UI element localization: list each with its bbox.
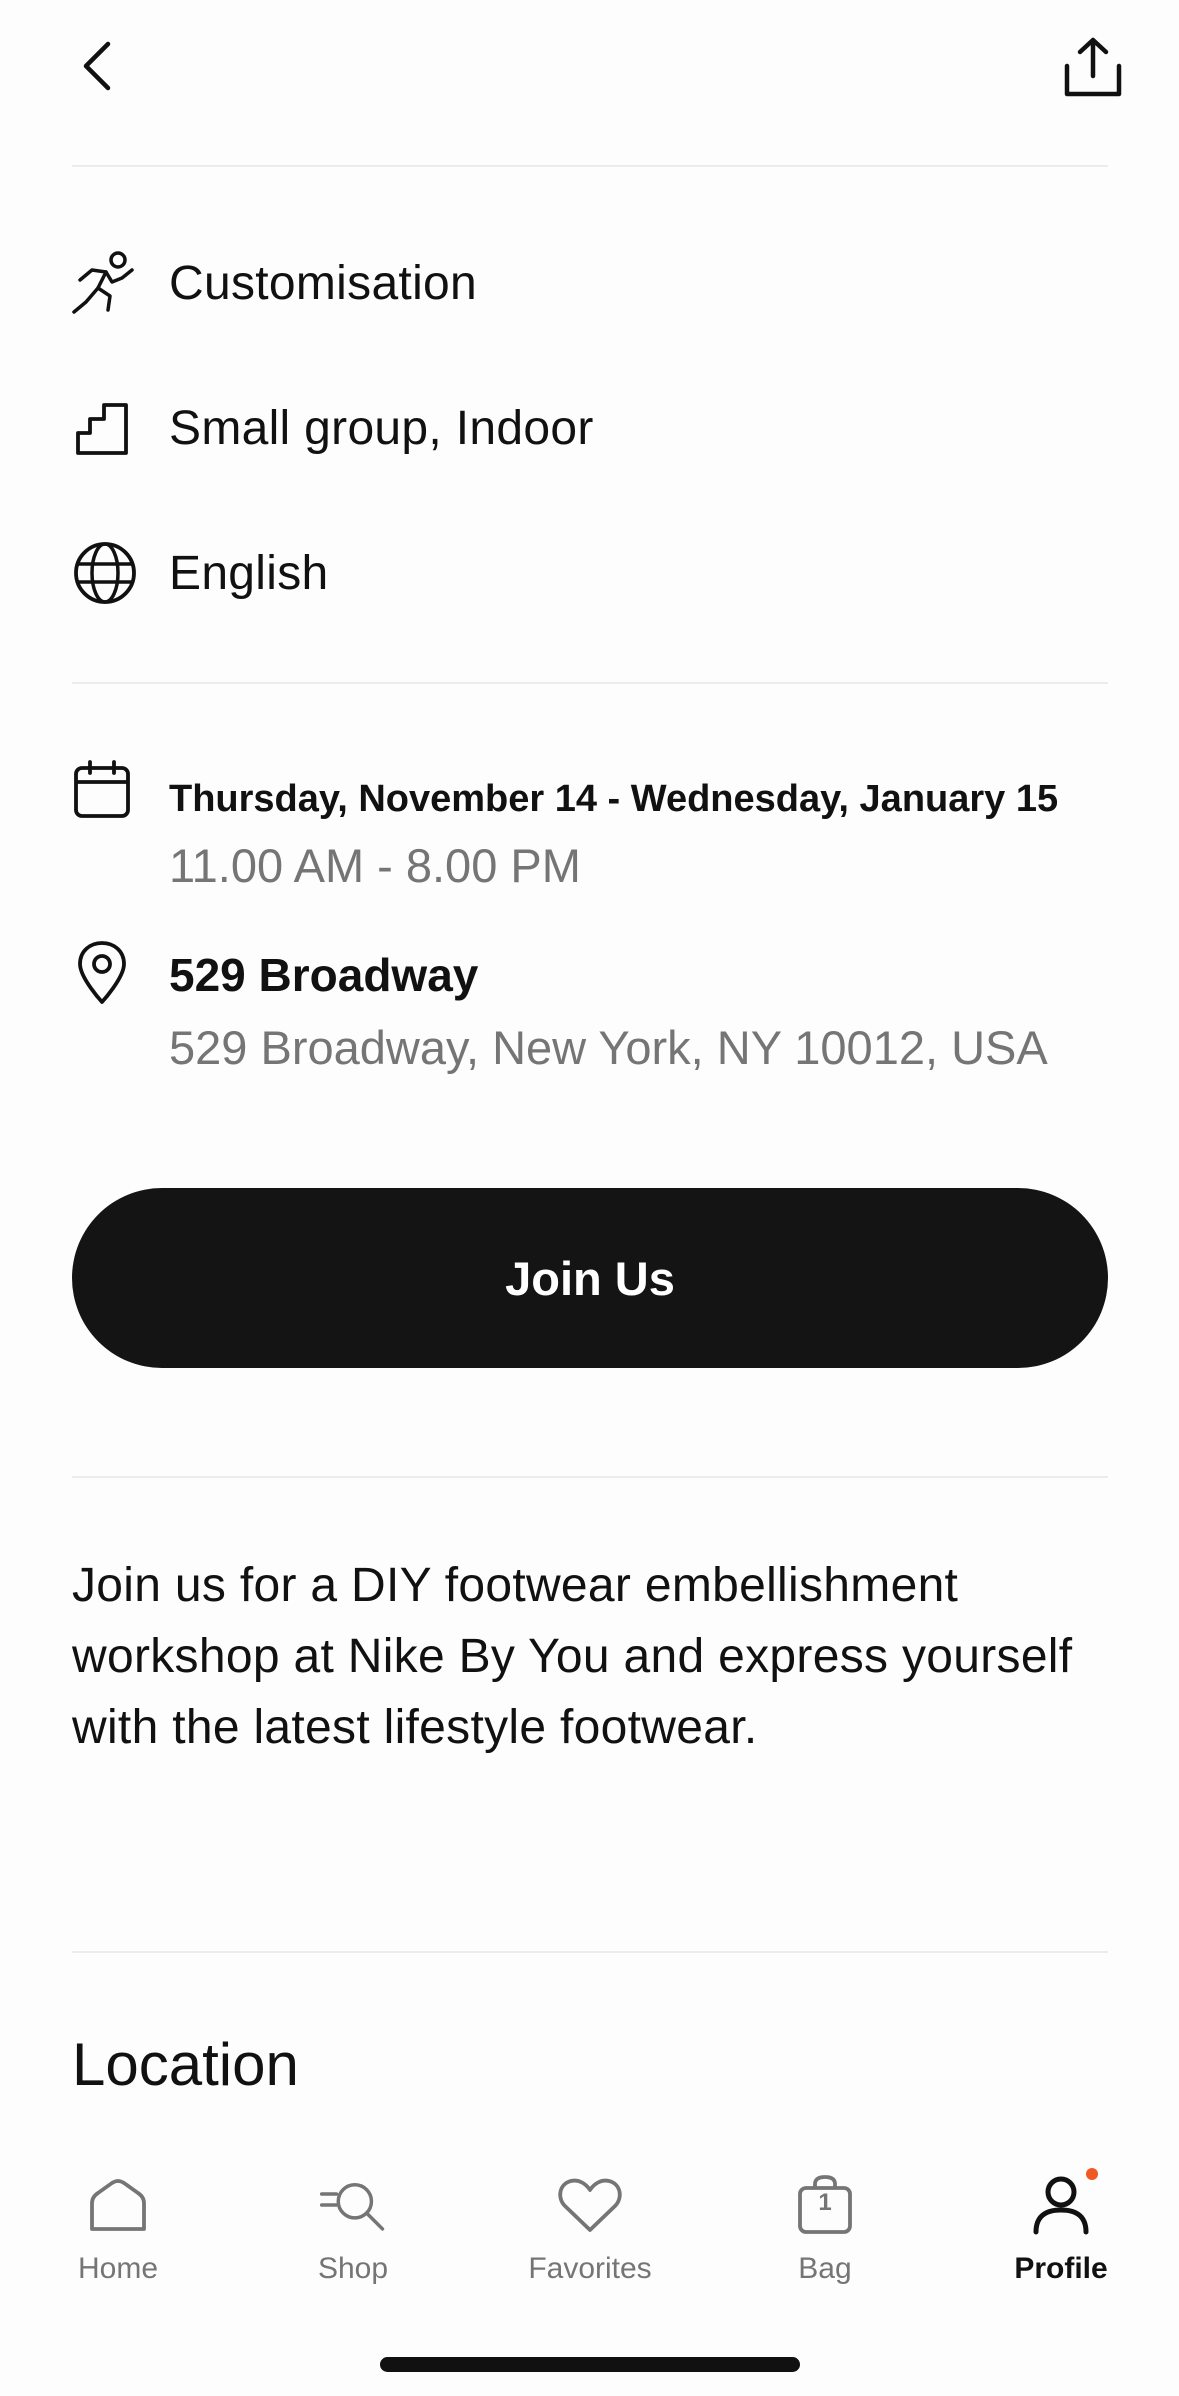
attribute-label: English: [169, 546, 329, 600]
back-button[interactable]: [72, 36, 122, 96]
tab-label: Profile: [1014, 2252, 1108, 2285]
event-description: Join us for a DIY footwear embellishment…: [72, 1559, 1073, 1754]
divider: [72, 1476, 1108, 1478]
globe-icon: [72, 537, 144, 609]
runner-icon: [72, 247, 144, 319]
tab-favorites[interactable]: Favorites: [505, 2170, 675, 2300]
bag-count-badge: 1: [818, 2189, 832, 2216]
event-dates: Thursday, November 14 - Wednesday, Janua…: [169, 778, 1059, 820]
attribute-label: Small group, Indoor: [169, 401, 594, 455]
divider: [72, 165, 1108, 167]
divider: [72, 682, 1108, 684]
chevron-left-icon: [83, 41, 111, 91]
tab-label: Bag: [798, 2252, 852, 2285]
tab-label: Home: [77, 2252, 159, 2285]
share-icon: [1064, 37, 1122, 97]
profile-icon: [1026, 2170, 1096, 2240]
join-us-button[interactable]: Join Us: [72, 1188, 1108, 1368]
stairs-icon: [72, 392, 144, 464]
tab-label: Favorites: [528, 2252, 652, 2285]
location-pin-icon: [72, 940, 144, 1012]
divider: [72, 1951, 1108, 1953]
location-section-title: Location: [72, 2031, 299, 2098]
event-venue[interactable]: 529 Broadway 529 Broadway, New York, NY …: [72, 940, 1132, 1090]
heart-icon: [555, 2170, 625, 2240]
top-bar: [0, 0, 1179, 165]
attribute-label: Customisation: [169, 256, 478, 310]
home-icon: [83, 2170, 153, 2240]
event-hours: 11.00 AM - 8.00 PM: [169, 839, 581, 892]
bag-icon: 1: [790, 2170, 860, 2240]
tab-label: Shop: [317, 2252, 389, 2285]
tab-shop[interactable]: Shop: [268, 2170, 438, 2300]
venue-name: 529 Broadway: [169, 949, 479, 1001]
home-indicator: [380, 2357, 800, 2372]
tab-home[interactable]: Home: [33, 2170, 203, 2300]
attribute-group-size: Small group, Indoor: [72, 388, 1108, 468]
tab-profile[interactable]: Profile: [976, 2168, 1146, 2300]
calendar-icon: [72, 760, 144, 832]
venue-address: 529 Broadway, New York, NY 10012, USA: [169, 1021, 1048, 1074]
attribute-language: English: [72, 533, 1108, 613]
share-button[interactable]: [1058, 32, 1128, 102]
tab-bag[interactable]: 1 Bag: [740, 2170, 910, 2300]
notification-dot: [1086, 2168, 1098, 2180]
event-schedule: Thursday, November 14 - Wednesday, Janua…: [72, 760, 1132, 900]
shop-search-icon: [318, 2170, 388, 2240]
attribute-customisation: Customisation: [72, 243, 1108, 323]
